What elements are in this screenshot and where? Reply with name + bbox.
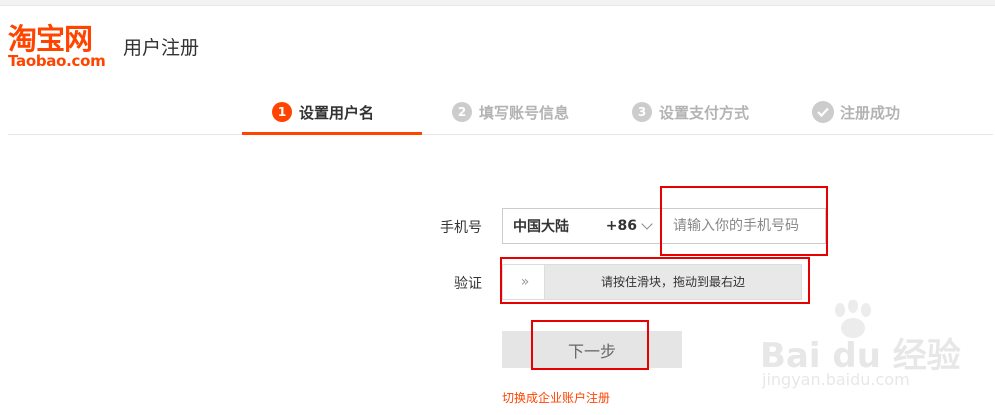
slider-handle-icon[interactable]: » [503,265,545,299]
baidu-watermark: Bai du 经验 jingyan.baidu.com [760,300,990,400]
slider-hint: 请按住滑块，拖动到最右边 [600,275,745,289]
step-number: 3 [632,102,652,122]
step-label: 设置支付方式 [659,103,750,122]
active-step-indicator [242,132,422,135]
logo-chinese: 淘宝网 [8,22,93,56]
country-select[interactable]: 中国大陆 +86 [502,208,662,244]
step-number: 2 [452,102,472,122]
country-name: 中国大陆 [513,219,569,235]
logo-english: Taobao.com [8,52,106,70]
chevron-down-icon [641,218,653,230]
taobao-logo[interactable]: 淘宝网 Taobao.com [8,22,113,70]
step-label: 填写账号信息 [479,103,570,122]
watermark-url: jingyan.baidu.com [762,370,910,389]
verification-slider[interactable]: » 请按住滑块，拖动到最右边 [502,264,802,300]
step-registration-success: 注册成功 [812,100,900,124]
step-number: 1 [272,102,292,122]
step-set-username: 1 设置用户名 [272,100,374,124]
next-step-button[interactable]: 下一步 [502,331,682,368]
step-label: 设置用户名 [299,103,375,122]
step-payment-method: 3 设置支付方式 [632,100,749,124]
verify-label: 验证 [454,276,482,292]
step-account-info: 2 填写账号信息 [452,100,569,124]
phone-input[interactable] [661,208,826,244]
steps-divider [8,134,993,135]
country-code: +86 [605,218,637,234]
page-title: 用户注册 [123,37,200,59]
step-label: 注册成功 [840,103,901,122]
top-border [0,0,995,6]
enterprise-register-link[interactable]: 切换成企业账户注册 [502,389,610,406]
checkmark-icon [812,101,834,123]
phone-label: 手机号 [440,220,482,236]
